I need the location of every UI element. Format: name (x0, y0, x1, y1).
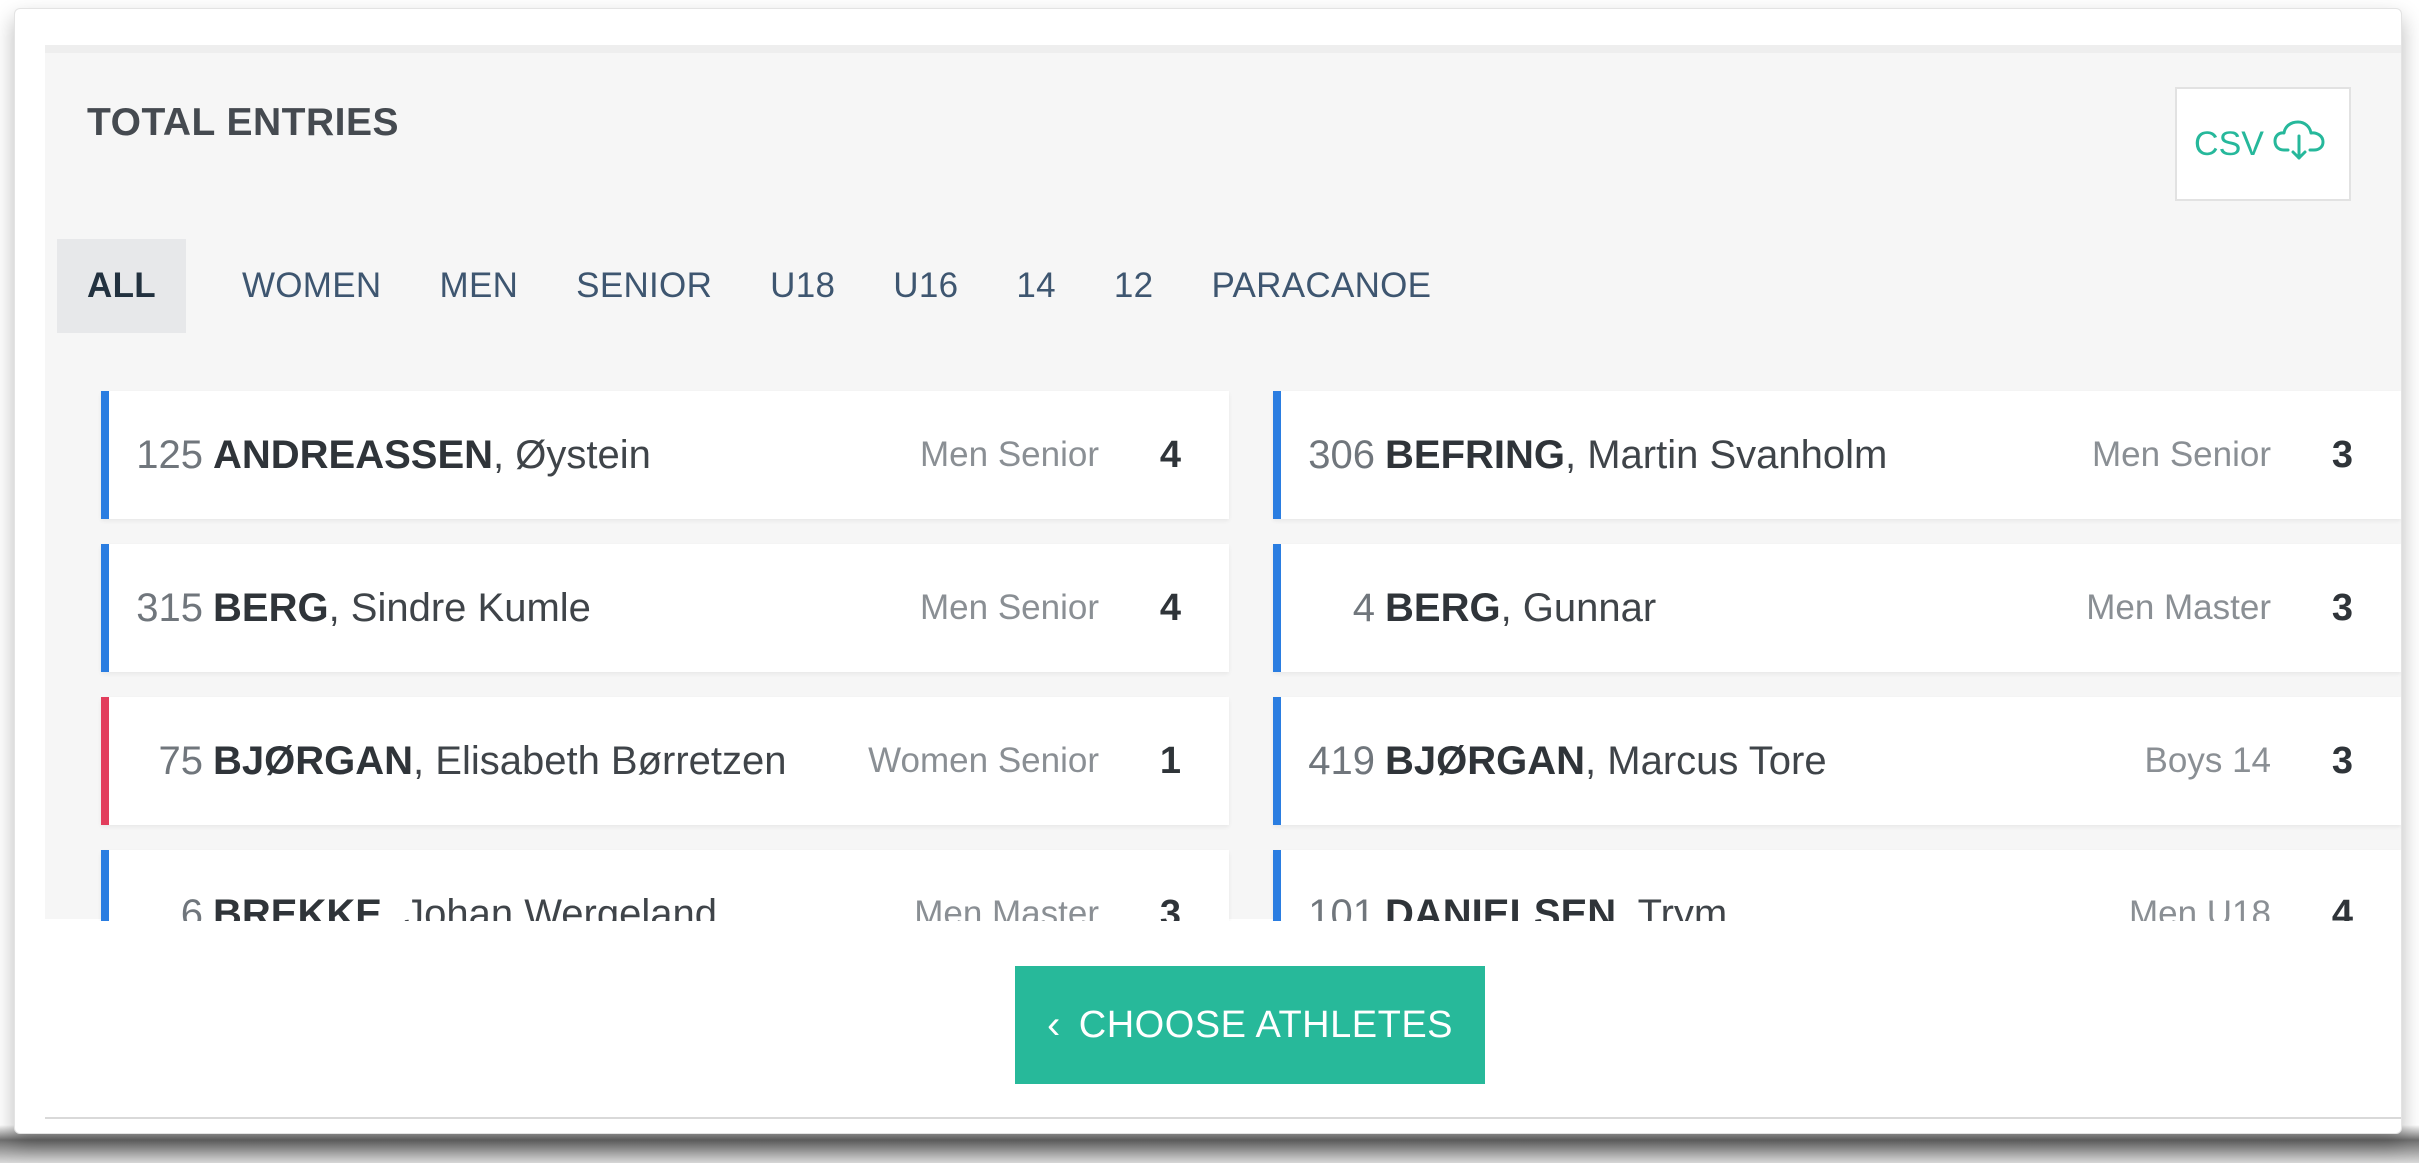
choose-athletes-button[interactable]: ‹ CHOOSE ATHLETES (1015, 966, 1485, 1084)
entry-card[interactable]: 4 BERG, Gunnar Men Master 3 (1273, 544, 2401, 672)
athlete-name: 306 BEFRING, Martin Svanholm (1303, 391, 1887, 519)
cloud-download-icon (2272, 118, 2332, 171)
tab-men[interactable]: MEN (439, 239, 518, 333)
entry-card[interactable]: 315 BERG, Sindre Kumle Men Senior 4 (101, 544, 1229, 672)
entry-count: 1 (1159, 739, 1181, 782)
athlete-name: 101 DANIELSEN, Trym (1303, 850, 1728, 922)
tab-u18[interactable]: U18 (770, 239, 835, 333)
athlete-given-name: , Gunnar (1500, 585, 1657, 630)
gender-indicator (101, 850, 109, 921)
bib-number: 101 (1308, 891, 1375, 922)
athlete-name: 75 BJØRGAN, Elisabeth Børretzen (131, 697, 787, 825)
athlete-given-name: , Marcus Tore (1585, 738, 1827, 783)
gender-indicator (101, 697, 109, 825)
athlete-surname: DANIELSEN (1385, 891, 1617, 922)
entry-category: Men Senior (920, 588, 1099, 627)
entry-card[interactable]: 101 DANIELSEN, Trym Men U18 4 (1273, 850, 2401, 921)
gender-indicator (1273, 697, 1281, 825)
athlete-surname: BERG (213, 585, 329, 630)
athlete-surname: BERG (1385, 585, 1501, 630)
tab-14[interactable]: 14 (1016, 239, 1056, 333)
bib-number: 306 (1308, 432, 1375, 477)
athlete-surname: BEFRING (1385, 432, 1565, 477)
bib-number: 315 (136, 585, 203, 630)
entry-category: Women Senior (868, 741, 1099, 780)
tab-u16[interactable]: U16 (893, 239, 958, 333)
tab-12[interactable]: 12 (1114, 239, 1154, 333)
entry-category: Men Senior (2092, 435, 2271, 474)
entry-card[interactable]: 125 ANDREASSEN, Øystein Men Senior 4 (101, 391, 1229, 519)
athlete-name: 4 BERG, Gunnar (1303, 544, 1656, 672)
athlete-surname: ANDREASSEN (213, 432, 494, 477)
filter-tabs: ALL WOMEN MEN SENIOR U18 U16 14 12 PARACANOE (57, 239, 1431, 333)
chevron-left-icon: ‹ (1046, 1002, 1061, 1047)
tab-all[interactable]: ALL (57, 239, 186, 333)
tab-paracanoe[interactable]: PARACANOE (1211, 239, 1431, 333)
athlete-given-name: , Sindre Kumle (328, 585, 591, 630)
athlete-given-name: , Øystein (493, 432, 651, 477)
entry-count: 4 (1159, 433, 1181, 476)
athlete-name: 419 BJØRGAN, Marcus Tore (1303, 697, 1827, 825)
entry-card[interactable]: 306 BEFRING, Martin Svanholm Men Senior 3 (1273, 391, 2401, 519)
footer-divider (45, 1117, 2401, 1119)
athlete-name: 6 BREKKE, Johan Wergeland (131, 850, 717, 922)
entry-count: 4 (1159, 586, 1181, 629)
entry-count: 3 (1159, 892, 1181, 922)
choose-athletes-label: CHOOSE ATHLETES (1078, 1003, 1454, 1046)
athlete-surname: BJØRGAN (213, 738, 414, 783)
gender-indicator (101, 391, 109, 519)
athlete-name: 315 BERG, Sindre Kumle (131, 544, 591, 672)
entry-count: 4 (2331, 892, 2353, 922)
athlete-name: 125 ANDREASSEN, Øystein (131, 391, 651, 519)
bib-number: 419 (1308, 738, 1375, 783)
entry-card[interactable]: 6 BREKKE, Johan Wergeland Men Master 3 (101, 850, 1229, 921)
gender-indicator (1273, 391, 1281, 519)
athlete-surname: BJØRGAN (1385, 738, 1586, 783)
gender-indicator (1273, 850, 1281, 921)
entry-category: Men Master (914, 894, 1099, 921)
tab-senior[interactable]: SENIOR (576, 239, 712, 333)
entry-count: 3 (2331, 433, 2353, 476)
entry-card[interactable]: 75 BJØRGAN, Elisabeth Børretzen Women Seni… (101, 697, 1229, 825)
gender-indicator (1273, 544, 1281, 672)
entry-category: Men U18 (2128, 894, 2271, 921)
entries-window: TOTAL ENTRIES CSV ALL WOMEN MEN SENIOR U18 U1… (14, 8, 2402, 1134)
entry-category: Boys 14 (2144, 741, 2271, 780)
bib-number: 4 (1352, 585, 1375, 630)
tab-women[interactable]: WOMEN (242, 239, 382, 333)
athlete-given-name: , Martin Svanholm (1565, 432, 1888, 477)
csv-label: CSV (2194, 124, 2264, 163)
gender-indicator (101, 544, 109, 672)
athlete-given-name: , Trym (1616, 891, 1728, 922)
entry-card[interactable]: 419 BJØRGAN, Marcus Tore Boys 14 3 (1273, 697, 2401, 825)
athlete-surname: BREKKE (213, 891, 382, 922)
entry-count: 3 (2331, 739, 2353, 782)
entry-category: Men Senior (920, 435, 1099, 474)
page-title: TOTAL ENTRIES (87, 101, 400, 144)
bib-number: 125 (136, 432, 203, 477)
csv-download-button[interactable]: CSV (2175, 87, 2351, 201)
entries-list: 125 ANDREASSEN, Øystein Men Senior 4 315 BERG… (45, 349, 2401, 921)
athlete-given-name: , Johan Wergeland (381, 891, 717, 922)
entry-category: Men Master (2086, 588, 2271, 627)
entry-count: 3 (2331, 586, 2353, 629)
bib-number: 75 (158, 738, 204, 783)
athlete-given-name: , Elisabeth Børretzen (413, 738, 787, 783)
bib-number: 6 (180, 891, 203, 922)
